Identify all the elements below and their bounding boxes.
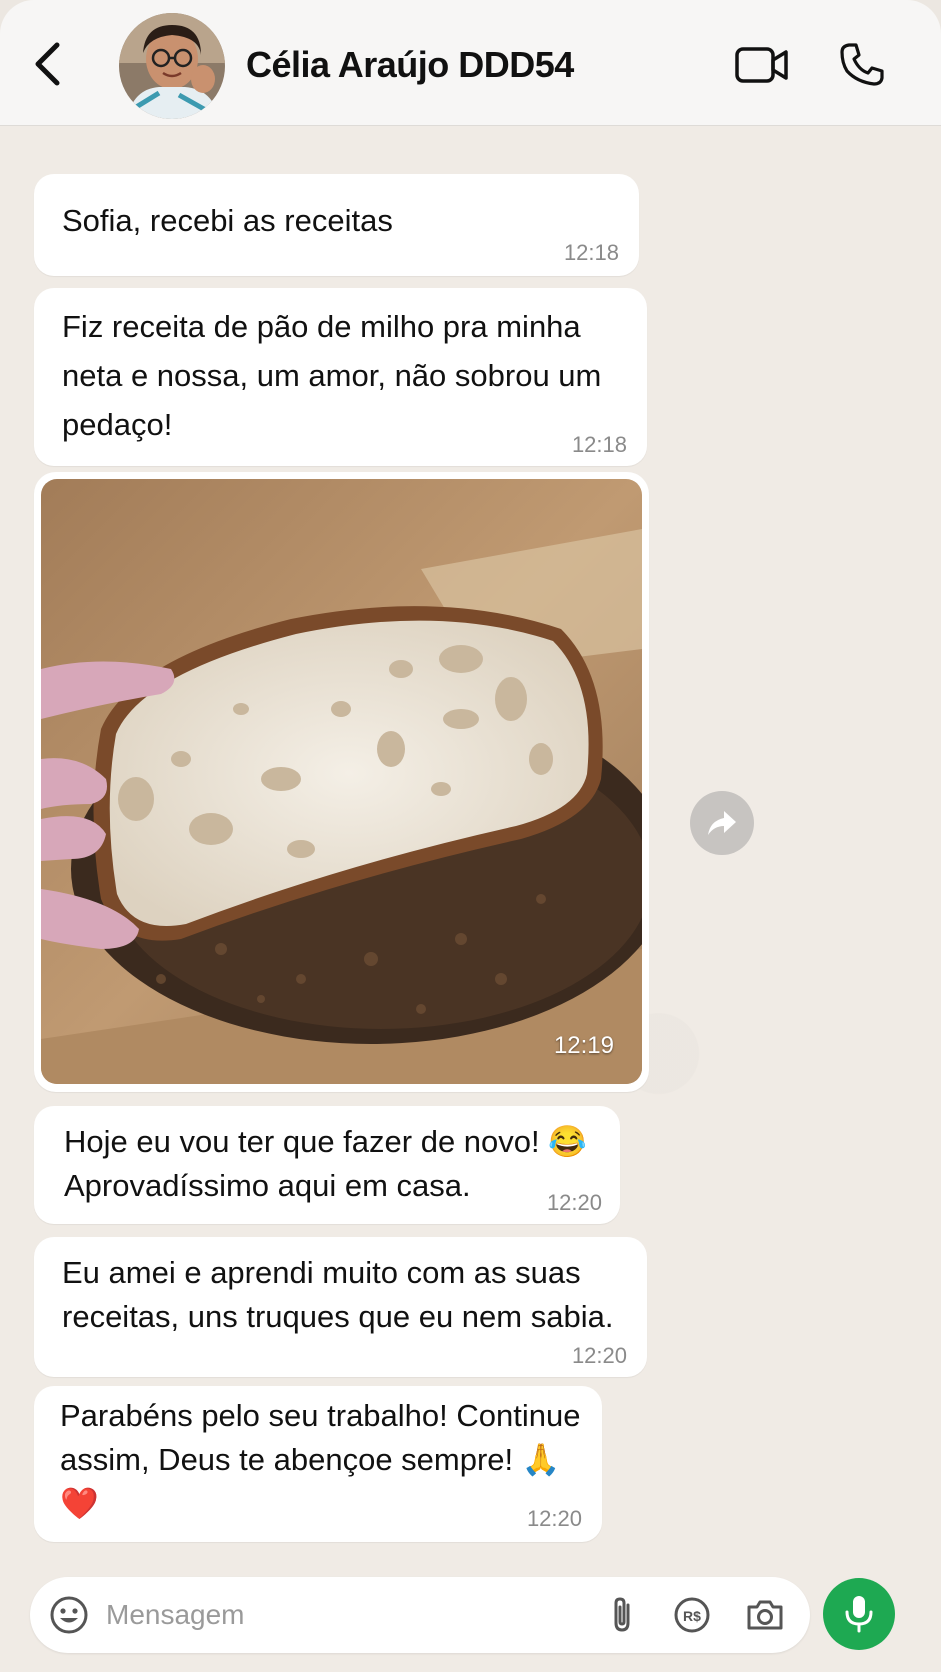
forward-button[interactable] xyxy=(690,791,754,855)
image-message[interactable]: 12:19 xyxy=(34,472,649,1092)
payment-button[interactable]: R$ xyxy=(670,1593,714,1637)
message-bubble[interactable]: Hoje eu vou ter que fazer de novo! 😂 Apr… xyxy=(34,1106,620,1224)
emoji-button[interactable] xyxy=(48,1594,90,1636)
emoji-icon xyxy=(50,1596,88,1634)
message-time: 12:20 xyxy=(571,1343,627,1368)
message-input[interactable] xyxy=(106,1591,556,1639)
camera-icon xyxy=(747,1600,783,1630)
message-bubble[interactable]: Sofia, recebi as receitas 12:18 xyxy=(34,174,639,276)
message-bubble[interactable]: Eu amei e aprendi muito com as suas rece… xyxy=(34,1237,647,1377)
microphone-icon xyxy=(845,1596,873,1633)
message-time: 12:20 xyxy=(526,1506,582,1531)
forward-icon xyxy=(708,811,736,835)
message-time: 12:20 xyxy=(546,1190,602,1215)
svg-text:R$: R$ xyxy=(683,1608,701,1624)
video-camera-icon xyxy=(735,47,788,83)
message-time: 12:18 xyxy=(563,240,619,265)
payment-icon: R$ xyxy=(674,1597,710,1633)
message-text: Sofia, recebi as receitas xyxy=(62,203,393,238)
chevron-left-icon xyxy=(35,42,60,86)
message-time: 12:18 xyxy=(571,432,627,457)
camera-button[interactable] xyxy=(742,1593,788,1637)
voice-call-button[interactable] xyxy=(836,38,888,90)
message-bubble[interactable]: Parabéns pelo seu trabalho! Continue ass… xyxy=(34,1386,602,1542)
chat-header: Célia Araújo DDD54 xyxy=(0,0,941,126)
avatar[interactable] xyxy=(119,13,225,119)
message-bubble[interactable]: Fiz receita de pão de milho pra minha ne… xyxy=(34,288,647,466)
video-call-button[interactable] xyxy=(732,40,792,90)
message-composer: R$ xyxy=(30,1577,810,1653)
attach-button[interactable] xyxy=(600,1593,644,1637)
phone-icon xyxy=(840,43,884,86)
message-text: Hoje eu vou ter que fazer de novo! 😂 Apr… xyxy=(64,1124,587,1203)
bread-photo[interactable]: 12:19 xyxy=(41,479,642,1084)
contact-name[interactable]: Célia Araújo DDD54 xyxy=(246,44,574,86)
voice-message-button[interactable] xyxy=(823,1578,895,1650)
paperclip-icon xyxy=(614,1597,630,1632)
chat-screen: Célia Araújo DDD54 Sofia, recebi as rece… xyxy=(0,0,941,1672)
message-text: Parabéns pelo seu trabalho! Continue ass… xyxy=(60,1398,581,1521)
message-time: 12:19 xyxy=(553,1032,614,1059)
back-button[interactable] xyxy=(22,36,72,92)
message-text: Eu amei e aprendi muito com as suas rece… xyxy=(62,1255,614,1334)
message-text: Fiz receita de pão de milho pra minha ne… xyxy=(62,309,602,442)
